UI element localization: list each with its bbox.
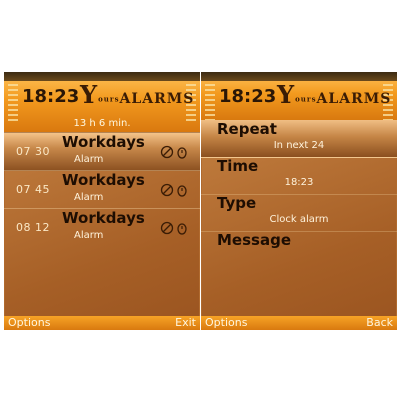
alarm-status-icon xyxy=(160,183,174,197)
header: 18:23 YoursALARMS xyxy=(201,72,397,124)
app-logo: YoursALARMS xyxy=(80,80,195,109)
signal-bars-icon xyxy=(205,84,215,124)
alarm-clock-icon xyxy=(177,147,187,159)
softkey-bar: Options Exit xyxy=(4,316,200,330)
alarm-title: Workdays xyxy=(62,171,145,189)
repeat-field[interactable]: Repeat In next 24 xyxy=(201,120,397,158)
message-field[interactable]: Message xyxy=(201,231,397,268)
alarm-type: Alarm xyxy=(74,154,104,165)
alarm-time: 07 45 xyxy=(16,183,50,196)
alarm-status-icon xyxy=(160,145,174,159)
next-alarm-info: 13 h 6 min. xyxy=(73,118,131,129)
app-logo: YoursALARMS xyxy=(277,80,392,109)
alarm-clock-icon xyxy=(177,223,187,235)
alarm-type: Alarm xyxy=(74,192,104,203)
alarm-clock-icon xyxy=(177,185,187,197)
alarm-item[interactable]: 07 30 Workdays Alarm xyxy=(4,132,200,171)
alarm-detail-screen: 18:23 YoursALARMS Repeat In next 24 Time… xyxy=(201,72,397,330)
field-label: Repeat xyxy=(217,120,277,138)
exit-softkey[interactable]: Exit xyxy=(175,316,196,330)
field-value: In next 24 xyxy=(273,140,325,151)
alarm-item[interactable]: 08 12 Workdays Alarm xyxy=(4,208,200,247)
options-softkey[interactable]: Options xyxy=(205,316,247,330)
alarm-item[interactable]: 07 45 Workdays Alarm xyxy=(4,170,200,209)
alarm-time: 08 12 xyxy=(16,221,50,234)
softkey-bar: Options Back xyxy=(201,316,397,330)
alarm-list-screen: 18:23 YoursALARMS 13 h 6 min. 07 30 Work… xyxy=(4,72,200,330)
field-label: Type xyxy=(217,194,257,212)
alarm-title: Workdays xyxy=(62,133,145,151)
header: 18:23 YoursALARMS 13 h 6 min. xyxy=(4,72,200,132)
field-value: 18:23 xyxy=(284,177,314,188)
back-softkey[interactable]: Back xyxy=(366,316,393,330)
field-label: Message xyxy=(217,231,291,249)
alarm-status-icon xyxy=(160,221,174,235)
options-softkey[interactable]: Options xyxy=(8,316,50,330)
clock: 18:23 xyxy=(22,86,80,107)
clock: 18:23 xyxy=(219,86,277,107)
alarm-type: Alarm xyxy=(74,230,104,241)
time-field[interactable]: Time 18:23 xyxy=(201,157,397,195)
alarm-title: Workdays xyxy=(62,209,145,227)
type-field[interactable]: Type Clock alarm xyxy=(201,194,397,232)
field-value: Clock alarm xyxy=(269,214,329,225)
alarm-time: 07 30 xyxy=(16,145,50,158)
field-label: Time xyxy=(217,157,259,175)
